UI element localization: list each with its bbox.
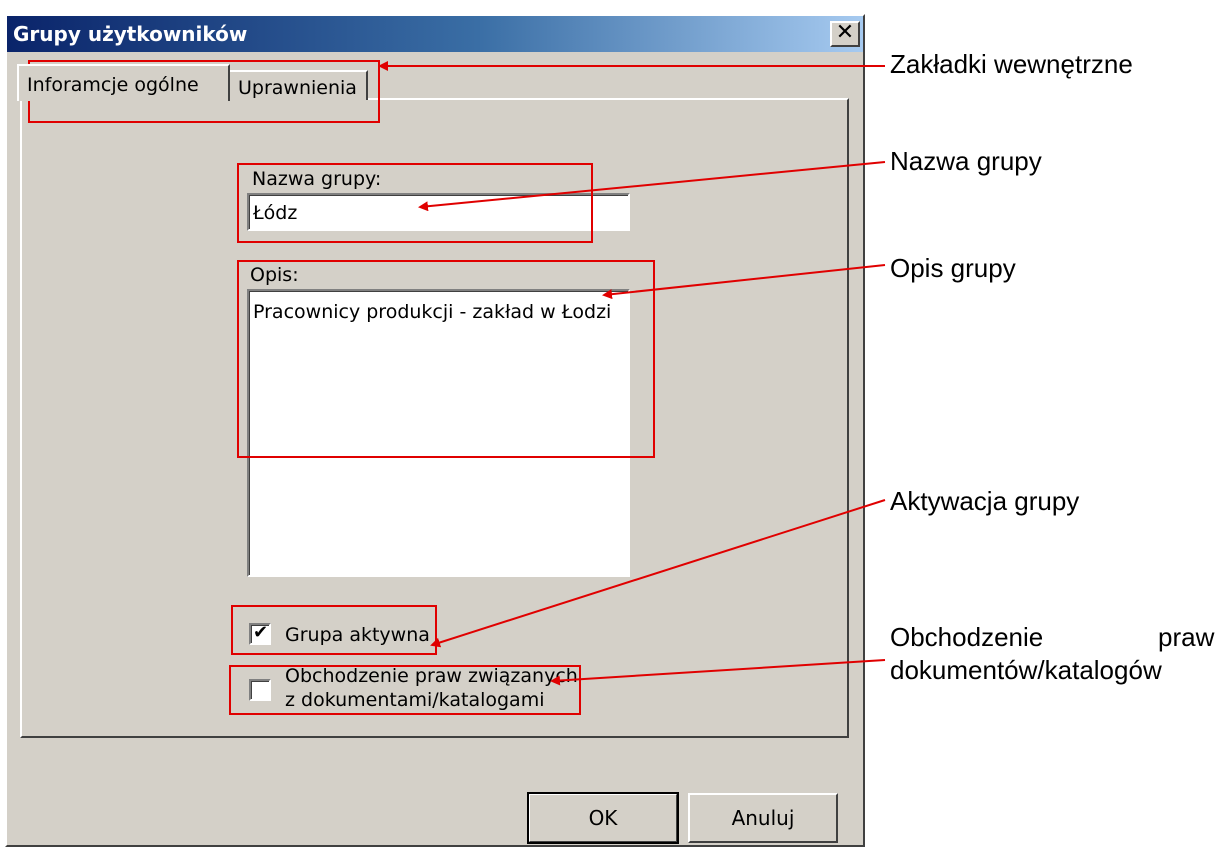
close-button[interactable]: ✕: [830, 21, 860, 47]
annotation-activation: Aktywacja grupy: [890, 486, 1080, 516]
window-title: Grupy użytkowników: [13, 22, 248, 46]
description-textarea[interactable]: Pracownicy produkcji - zakład w Łodzi: [247, 289, 630, 577]
ok-button-label: OK: [588, 806, 618, 830]
tab-general-info-label: Inforamcje ogólne: [27, 74, 199, 96]
annotation-group-name: Nazwa grupy: [890, 146, 1042, 176]
description-label: Opis:: [250, 264, 299, 286]
cancel-button[interactable]: Anuluj: [688, 793, 838, 843]
ok-button[interactable]: OK: [527, 792, 679, 844]
group-name-field[interactable]: Łódz: [247, 193, 630, 231]
close-icon: ✕: [835, 20, 855, 45]
bypass-rights-label-line2: z dokumentami/katalogami: [285, 689, 545, 711]
annotation-description: Opis grupy: [890, 253, 1016, 283]
description-value: Pracownicy produkcji - zakład w Łodzi: [253, 301, 612, 323]
bypass-rights-checkbox[interactable]: [249, 679, 271, 701]
tab-permissions[interactable]: Uprawnienia: [228, 70, 368, 100]
active-checkbox[interactable]: ✔: [249, 622, 271, 645]
active-checkbox-label: Grupa aktywna: [285, 624, 430, 646]
annotation-bypass-line2: dokumentów/katalogów: [890, 655, 1162, 685]
tab-general-info[interactable]: Inforamcje ogólne: [17, 64, 230, 101]
bypass-rights-label-line1: Obchodzenie praw związanych: [285, 665, 578, 687]
tab-permissions-label: Uprawnienia: [238, 77, 357, 99]
cancel-button-label: Anuluj: [731, 806, 795, 830]
checkmark-icon: ✔: [253, 622, 269, 643]
group-name-label: Nazwa grupy:: [252, 168, 382, 190]
title-bar[interactable]: Grupy użytkowników ✕: [7, 16, 863, 52]
annotation-tabs: Zakładki wewnętrzne: [890, 49, 1133, 79]
annotation-bypass-line1-right: praw: [1158, 622, 1215, 652]
annotation-bypass-line1-left: Obchodzenie: [890, 622, 1044, 652]
group-name-value: Łódz: [253, 202, 298, 224]
